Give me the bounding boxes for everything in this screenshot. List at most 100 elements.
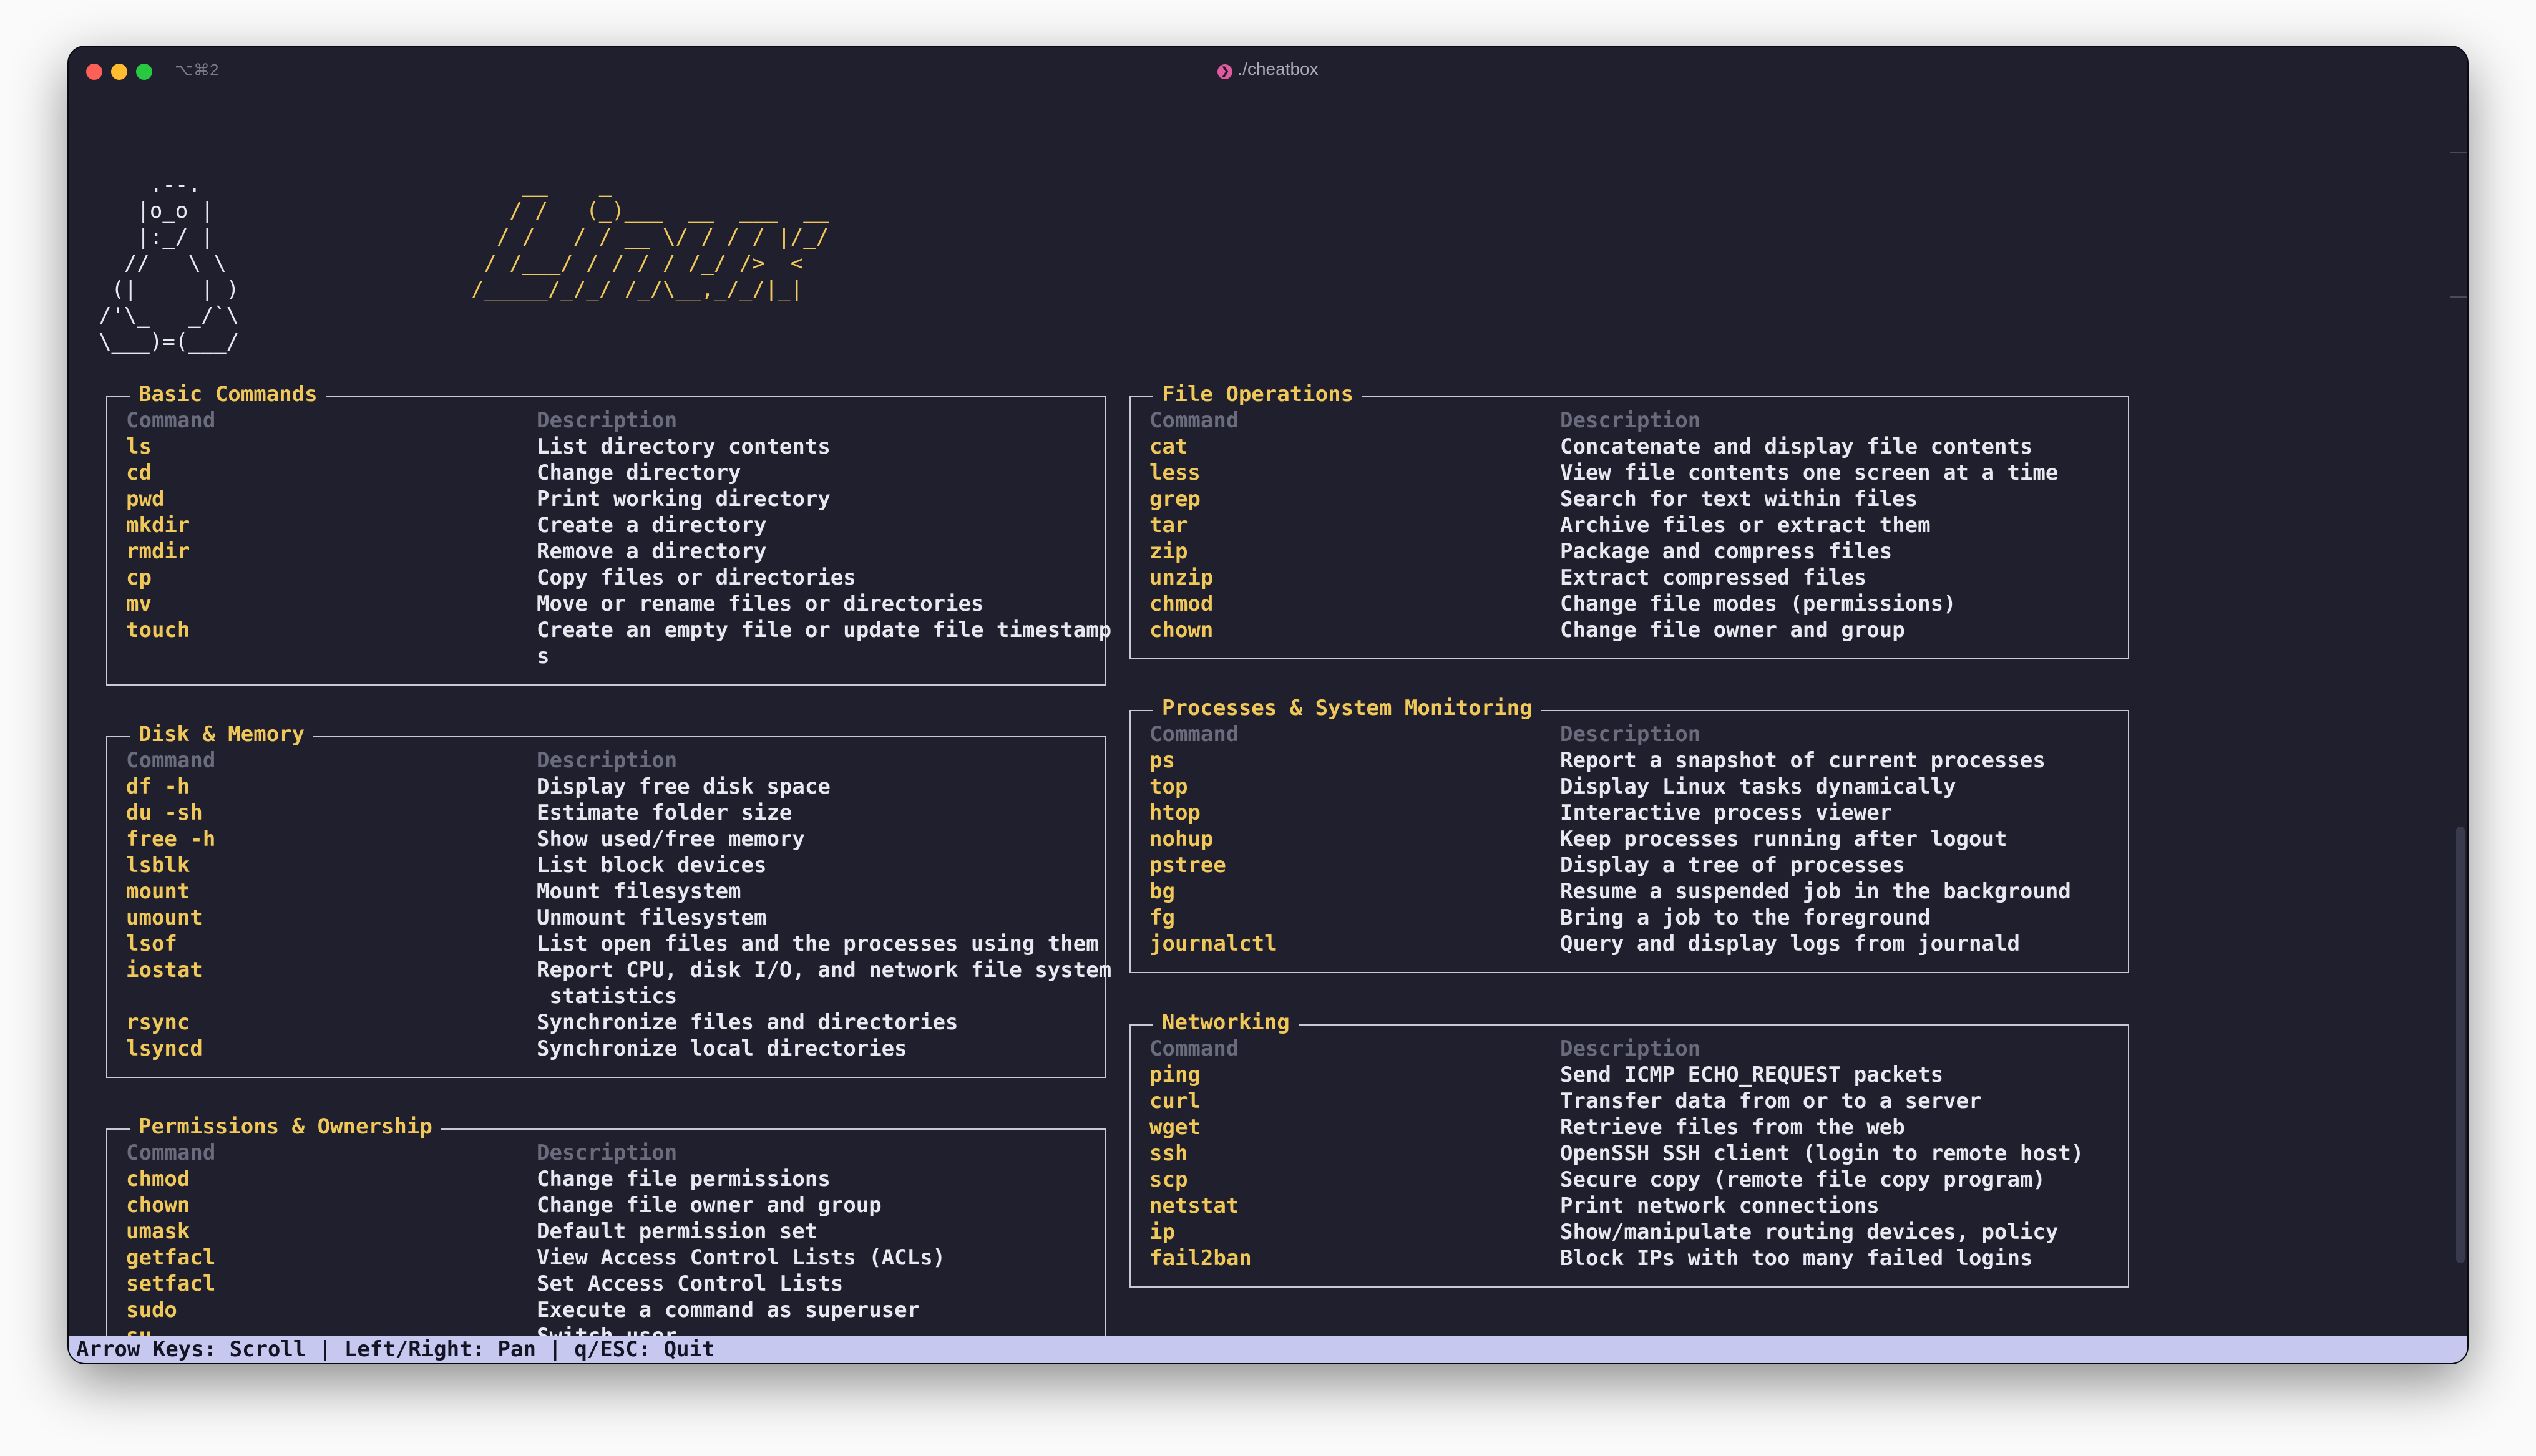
command-description: Report CPU, disk I/O, and network file s… <box>537 958 1112 1009</box>
command-name: chown <box>1149 618 1214 643</box>
command-description: Secure copy (remote file copy program) <box>1560 1167 2046 1192</box>
command-name: bg <box>1149 879 1175 904</box>
table-row: top Display Linux tasks dynamically <box>1131 774 2128 800</box>
command-description: Concatenate and display file contents <box>1560 434 2033 459</box>
command-description: Remove a directory <box>537 539 767 564</box>
panel-file-operations: File Operations Command Description cat Conc… <box>1129 381 2129 659</box>
command-name: zip <box>1149 539 1188 564</box>
command-name: less <box>1149 460 1201 485</box>
command-description: Create a directory <box>537 513 767 538</box>
command-name: tar <box>1149 513 1188 538</box>
column-header-description: Description <box>537 748 678 773</box>
command-name: sudo <box>126 1298 177 1323</box>
command-name: getfacl <box>126 1245 216 1270</box>
command-description: Print working directory <box>537 487 831 512</box>
command-name: mkdir <box>126 513 190 538</box>
command-name: df -h <box>126 774 190 799</box>
table-row: tar Archive files or extract them <box>1131 512 2128 538</box>
panel-title: Disk & Memory <box>130 721 314 747</box>
command-table: ping Send ICMP ECHO_REQUEST packets curl Tr… <box>1131 1062 2128 1271</box>
command-description: Change file owner and group <box>537 1193 882 1218</box>
column-header-description: Description <box>1560 408 1701 433</box>
command-name: ip <box>1149 1220 1175 1245</box>
command-description: Package and compress files <box>1560 539 1893 564</box>
command-name: fg <box>1149 905 1175 930</box>
table-row: less View file contents one screen at a t… <box>1131 460 2128 486</box>
command-description: Default permission set <box>537 1219 818 1244</box>
command-description: Display Linux tasks dynamically <box>1560 774 1956 799</box>
command-description: OpenSSH SSH client (login to remote host… <box>1560 1141 2084 1166</box>
command-name: cat <box>1149 434 1188 459</box>
table-row: lsyncd Synchronize local directories <box>107 1036 1105 1062</box>
command-name: htop <box>1149 800 1201 825</box>
command-name: rmdir <box>126 539 190 564</box>
column-header-description: Description <box>1560 1036 1701 1061</box>
table-row: grep Search for text within files <box>1131 486 2128 512</box>
command-description: Display a tree of processes <box>1560 853 1905 878</box>
command-description: Resume a suspended job in the background <box>1560 879 2071 904</box>
command-name: chmod <box>1149 591 1214 616</box>
table-row: rsync Synchronize files and directories <box>107 1009 1105 1036</box>
command-name: ping <box>1149 1062 1201 1087</box>
table-row: lsblk List block devices <box>107 852 1105 878</box>
column-header-command: Command <box>1149 408 1239 433</box>
command-description: Estimate folder size <box>537 800 792 825</box>
column-header-command: Command <box>126 1140 216 1165</box>
command-description: Interactive process viewer <box>1560 800 1893 825</box>
command-description: Query and display logs from journald <box>1560 931 2020 956</box>
command-name: mount <box>126 879 190 904</box>
command-name: du -sh <box>126 800 203 825</box>
command-name: ssh <box>1149 1141 1188 1166</box>
command-description: Create an empty file or update file time… <box>537 618 1112 669</box>
command-table: ps Report a snapshot of current processes… <box>1131 747 2128 957</box>
command-description: Execute a command as superuser <box>537 1298 920 1323</box>
command-name: netstat <box>1149 1193 1239 1218</box>
table-row: netstat Print network connections <box>1131 1193 2128 1219</box>
command-description: Archive files or extract them <box>1560 513 1931 538</box>
panel-processes-system-monitoring: Processes & System Monitoring Command Desc… <box>1129 695 2129 973</box>
command-name: journalctl <box>1149 931 1277 956</box>
command-description: Copy files or directories <box>537 565 856 590</box>
command-description: Unmount filesystem <box>537 905 767 930</box>
column-header-command: Command <box>1149 1036 1239 1061</box>
command-description: Synchronize files and directories <box>537 1010 958 1035</box>
command-description: Change file owner and group <box>1560 618 1905 643</box>
table-row: htop Interactive process viewer <box>1131 800 2128 826</box>
table-row: umask Default permission set <box>107 1218 1105 1245</box>
command-description: Report a snapshot of current processes <box>1560 748 2046 773</box>
table-row: lsof List open files and the processes us… <box>107 931 1105 957</box>
table-row: journalctl Query and display logs from jo… <box>1131 931 2128 957</box>
command-description: Retrieve files from the web <box>1560 1115 1905 1140</box>
command-description: Extract compressed files <box>1560 565 1867 590</box>
table-row: rmdir Remove a directory <box>107 538 1105 565</box>
command-description: Block IPs with too many failed logins <box>1560 1246 2033 1271</box>
panel-title: Networking <box>1153 1009 1299 1036</box>
command-description: Display free disk space <box>537 774 831 799</box>
table-row: scp Secure copy (remote file copy program… <box>1131 1167 2128 1193</box>
command-description: Bring a job to the foreground <box>1560 905 1931 930</box>
table-row: fg Bring a job to the foreground <box>1131 905 2128 931</box>
table-row: chown Change file owner and group <box>1131 617 2128 643</box>
command-name: pstree <box>1149 853 1226 878</box>
terminal-content[interactable]: .--. |o_o | |:_/ | // \ \ (| | ) /'\_ _/… <box>69 97 2467 1363</box>
title-bar: ⌥⌘2 ❯ ./cheatbox <box>69 47 2467 97</box>
command-name: touch <box>126 618 190 643</box>
table-row: ssh OpenSSH SSH client (login to remote h… <box>1131 1140 2128 1167</box>
column-header-command: Command <box>126 748 216 773</box>
command-description: Change file modes (permissions) <box>1560 591 1956 616</box>
command-name: cd <box>126 460 152 485</box>
table-row: cp Copy files or directories <box>107 565 1105 591</box>
command-name: chmod <box>126 1167 190 1191</box>
table-row: chmod Change file modes (permissions) <box>1131 591 2128 617</box>
table-row: ls List directory contents <box>107 434 1105 460</box>
table-row: bg Resume a suspended job in the backgrou… <box>1131 878 2128 905</box>
table-row: chown Change file owner and group <box>107 1192 1105 1218</box>
table-row: nohup Keep processes running after logout <box>1131 826 2128 852</box>
table-row: setfacl Set Access Control Lists <box>107 1271 1105 1297</box>
command-name: curl <box>1149 1089 1201 1114</box>
command-name: iostat <box>126 958 203 983</box>
table-row: curl Transfer data from or to a server <box>1131 1088 2128 1114</box>
table-row: free -h Show used/free memory <box>107 826 1105 852</box>
command-description: Move or rename files or directories <box>537 591 984 616</box>
command-description: Change file permissions <box>537 1167 831 1191</box>
